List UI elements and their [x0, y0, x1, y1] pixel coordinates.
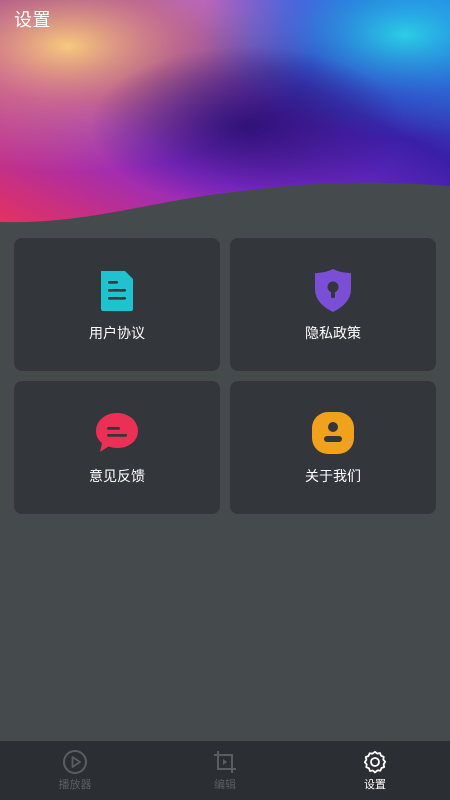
card-label: 用户协议: [89, 326, 145, 342]
nav-label: 设置: [364, 778, 386, 791]
nav-label: 编辑: [214, 778, 236, 791]
feedback-card[interactable]: 意见反馈: [14, 381, 220, 514]
user-badge-icon: [312, 412, 354, 454]
card-label: 意见反馈: [89, 469, 145, 485]
nav-item-edit[interactable]: 编辑: [150, 741, 300, 800]
card-label: 关于我们: [305, 469, 361, 485]
chat-bubble-icon: [96, 413, 138, 452]
user-agreement-card[interactable]: 用户协议: [14, 238, 220, 371]
nav-label: 播放器: [58, 778, 92, 791]
nav-item-player[interactable]: 播放器: [0, 741, 150, 800]
shield-lock-icon: [315, 269, 351, 312]
settings-screen: 设置 用户协议 隐私政策 意见反馈 关于我们 播放器 编辑 设置: [0, 0, 450, 800]
nav-item-settings[interactable]: 设置: [300, 741, 450, 800]
header-banner: 设置: [0, 0, 450, 230]
edit-crop-icon: [214, 751, 236, 773]
gear-icon: [363, 750, 387, 774]
privacy-policy-card[interactable]: 隐私政策: [230, 238, 436, 371]
about-us-card[interactable]: 关于我们: [230, 381, 436, 514]
card-label: 隐私政策: [305, 326, 361, 342]
bottom-navigation: 播放器 编辑 设置: [0, 741, 450, 800]
settings-grid: 用户协议 隐私政策 意见反馈 关于我们: [14, 238, 436, 514]
page-title: 设置: [14, 10, 51, 31]
play-circle-icon: [63, 750, 87, 774]
document-icon: [101, 271, 133, 311]
header-gradient-art: [0, 0, 450, 230]
